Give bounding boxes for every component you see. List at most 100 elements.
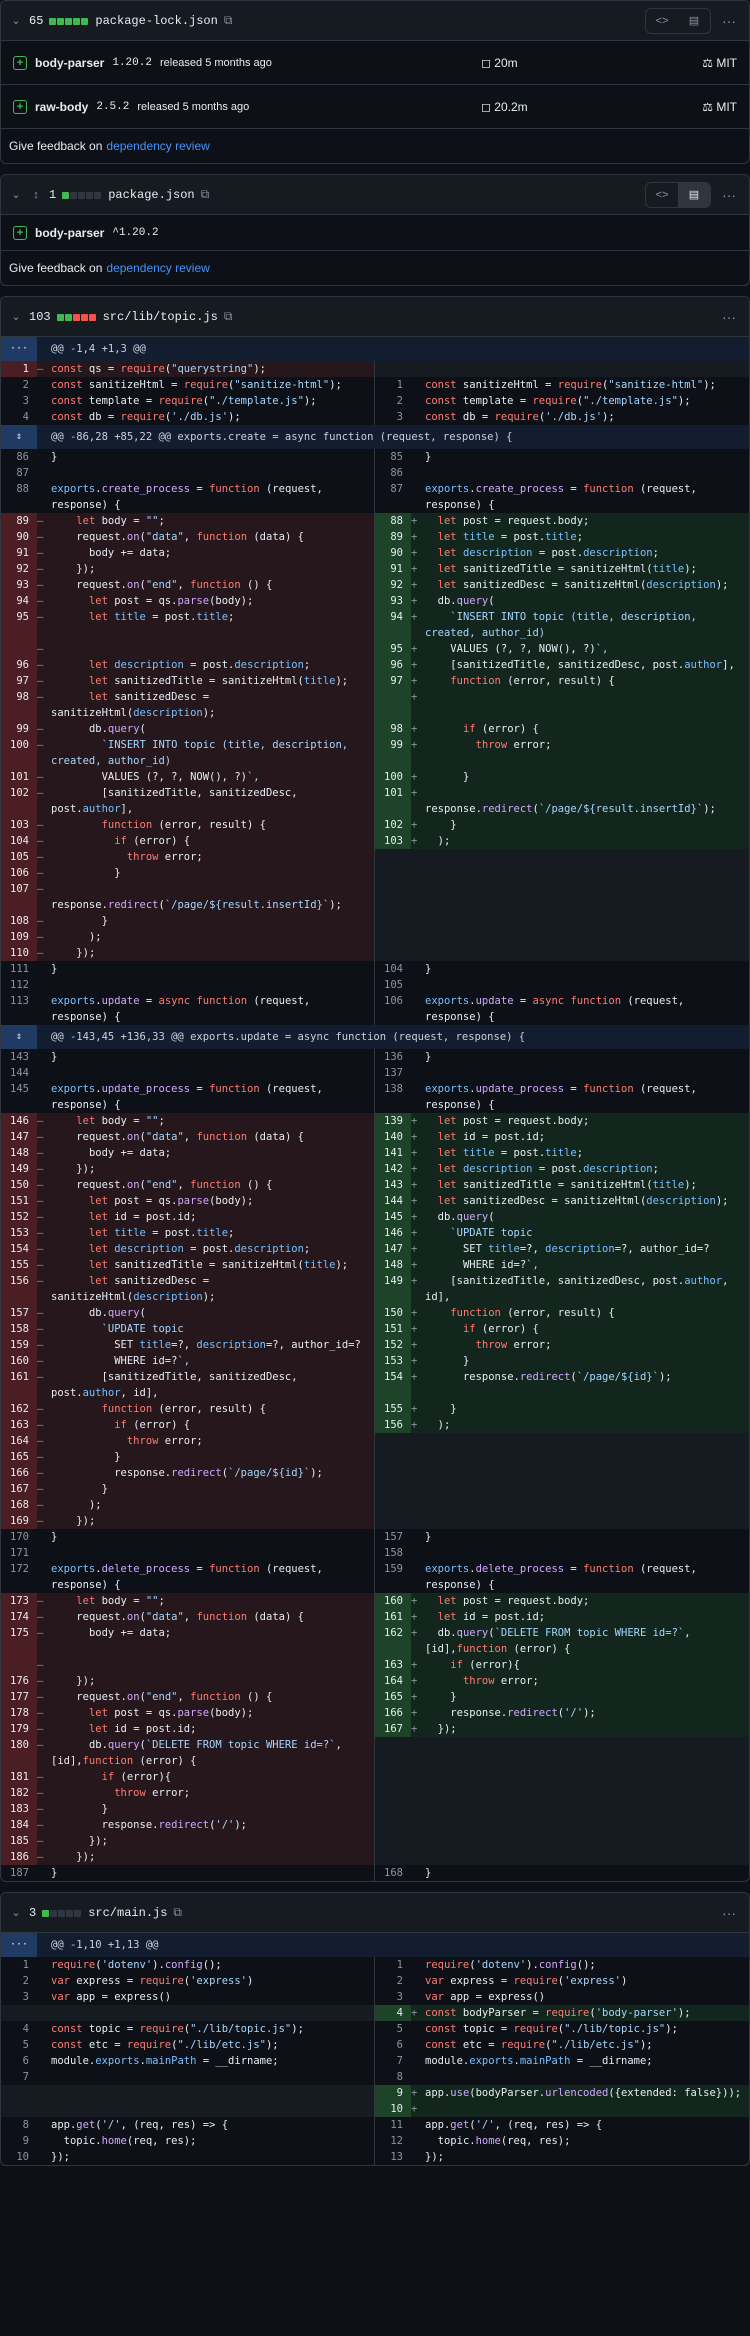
line-number[interactable]: 180 bbox=[1, 1737, 37, 1769]
line-number[interactable]: 179 bbox=[1, 1721, 37, 1737]
line-number[interactable]: 151 bbox=[375, 1321, 411, 1337]
line-number[interactable]: 172 bbox=[1, 1561, 37, 1593]
line-number[interactable]: 87 bbox=[375, 481, 411, 513]
line-number[interactable]: 148 bbox=[1, 1145, 37, 1161]
line-number[interactable]: 185 bbox=[1, 1833, 37, 1849]
more-options-icon[interactable]: ··· bbox=[717, 13, 741, 29]
line-number[interactable]: 157 bbox=[1, 1305, 37, 1321]
collapse-chevron-icon[interactable]: ⌄ bbox=[9, 188, 23, 201]
copy-icon[interactable]: ⧉ bbox=[201, 187, 210, 202]
line-number[interactable]: 102 bbox=[375, 817, 411, 833]
line-number[interactable]: 165 bbox=[375, 1689, 411, 1705]
line-number[interactable]: 105 bbox=[1, 849, 37, 865]
line-number[interactable]: 91 bbox=[1, 545, 37, 561]
line-number[interactable]: 10 bbox=[1, 2149, 37, 2165]
line-number[interactable]: 98 bbox=[1, 689, 37, 721]
line-number[interactable]: 147 bbox=[375, 1241, 411, 1257]
line-number[interactable]: 13 bbox=[375, 2149, 411, 2165]
line-number[interactable]: 97 bbox=[1, 673, 37, 689]
line-number[interactable]: 163 bbox=[375, 1657, 411, 1673]
expand-all-icon[interactable]: ↕ bbox=[29, 189, 43, 201]
dependency-review-link[interactable]: dependency review bbox=[106, 139, 209, 153]
line-number[interactable]: 9 bbox=[1, 2133, 37, 2149]
line-number[interactable]: 157 bbox=[375, 1529, 411, 1545]
line-number[interactable]: 2 bbox=[1, 377, 37, 393]
line-number[interactable]: 159 bbox=[375, 1561, 411, 1593]
line-number[interactable]: 98 bbox=[375, 721, 411, 737]
line-number[interactable]: 5 bbox=[375, 2021, 411, 2037]
line-number[interactable]: 89 bbox=[1, 513, 37, 529]
line-number[interactable]: 176 bbox=[1, 1673, 37, 1689]
line-number[interactable]: 182 bbox=[1, 1785, 37, 1801]
line-number[interactable]: 168 bbox=[1, 1497, 37, 1513]
line-number[interactable]: 90 bbox=[1, 529, 37, 545]
line-number[interactable]: 86 bbox=[1, 449, 37, 465]
line-number[interactable]: 142 bbox=[375, 1161, 411, 1177]
line-number[interactable]: 150 bbox=[375, 1305, 411, 1321]
line-number[interactable]: 101 bbox=[1, 769, 37, 785]
line-number[interactable]: 9 bbox=[375, 2085, 411, 2101]
line-number[interactable]: 140 bbox=[375, 1129, 411, 1145]
line-number[interactable]: 4 bbox=[1, 2021, 37, 2037]
line-number[interactable]: 161 bbox=[1, 1369, 37, 1401]
expand-lines-icon[interactable]: ··· bbox=[1, 1933, 37, 1957]
line-number[interactable]: 151 bbox=[1, 1193, 37, 1209]
collapse-chevron-icon[interactable]: ⌄ bbox=[9, 1906, 23, 1919]
line-number[interactable]: 160 bbox=[1, 1353, 37, 1369]
code-view-icon[interactable]: <> bbox=[646, 9, 678, 33]
line-number[interactable]: 155 bbox=[1, 1257, 37, 1273]
line-number[interactable]: 175 bbox=[1, 1625, 37, 1657]
line-number[interactable]: 169 bbox=[1, 1513, 37, 1529]
line-number[interactable]: 110 bbox=[1, 945, 37, 961]
expand-lines-icon[interactable]: ⇕ bbox=[1, 1025, 37, 1049]
line-number[interactable]: 3 bbox=[375, 409, 411, 425]
line-number[interactable]: 93 bbox=[375, 593, 411, 609]
line-number[interactable]: 4 bbox=[375, 2005, 411, 2021]
line-number[interactable]: 159 bbox=[1, 1337, 37, 1353]
line-number[interactable]: 96 bbox=[375, 657, 411, 673]
line-number[interactable]: 1 bbox=[1, 361, 37, 377]
line-number[interactable]: 108 bbox=[1, 913, 37, 929]
file-path[interactable]: package-lock.json bbox=[95, 14, 217, 28]
line-number[interactable]: 91 bbox=[375, 561, 411, 577]
file-path[interactable]: src/main.js bbox=[88, 1906, 167, 1920]
line-number[interactable]: 143 bbox=[375, 1177, 411, 1193]
line-number[interactable]: 165 bbox=[1, 1449, 37, 1465]
line-number[interactable]: 112 bbox=[1, 977, 37, 993]
line-number[interactable]: 144 bbox=[1, 1065, 37, 1081]
line-number[interactable]: 103 bbox=[1, 817, 37, 833]
line-number[interactable]: 149 bbox=[1, 1161, 37, 1177]
line-number[interactable]: 153 bbox=[375, 1353, 411, 1369]
line-number[interactable]: 160 bbox=[375, 1593, 411, 1609]
line-number[interactable]: 1 bbox=[375, 377, 411, 393]
line-number[interactable]: 95 bbox=[375, 641, 411, 657]
line-number[interactable]: 92 bbox=[1, 561, 37, 577]
line-number[interactable]: 162 bbox=[1, 1401, 37, 1417]
code-view-icon[interactable]: <> bbox=[646, 183, 678, 207]
line-number[interactable]: 171 bbox=[1, 1545, 37, 1561]
line-number[interactable]: 154 bbox=[375, 1369, 411, 1401]
collapse-chevron-icon[interactable]: ⌄ bbox=[9, 310, 23, 323]
line-number[interactable]: 155 bbox=[375, 1401, 411, 1417]
line-number[interactable]: 88 bbox=[375, 513, 411, 529]
line-number[interactable]: 113 bbox=[1, 993, 37, 1025]
collapse-chevron-icon[interactable]: ⌄ bbox=[9, 14, 23, 27]
line-number[interactable]: 102 bbox=[1, 785, 37, 817]
line-number[interactable]: 89 bbox=[375, 529, 411, 545]
line-number[interactable]: 156 bbox=[1, 1273, 37, 1305]
line-number[interactable]: 2 bbox=[375, 1973, 411, 1989]
line-number[interactable]: 177 bbox=[1, 1689, 37, 1705]
line-number[interactable]: 10 bbox=[375, 2101, 411, 2117]
line-number[interactable]: 7 bbox=[375, 2053, 411, 2069]
line-number[interactable]: 156 bbox=[375, 1417, 411, 1433]
line-number[interactable]: 137 bbox=[375, 1065, 411, 1081]
line-number[interactable]: 148 bbox=[375, 1257, 411, 1273]
line-number[interactable]: 5 bbox=[1, 2037, 37, 2053]
line-number[interactable]: 187 bbox=[1, 1865, 37, 1881]
line-number[interactable]: 167 bbox=[375, 1721, 411, 1737]
line-number[interactable]: 144 bbox=[375, 1193, 411, 1209]
line-number[interactable]: 174 bbox=[1, 1609, 37, 1625]
line-number[interactable]: 97 bbox=[375, 673, 411, 689]
line-number[interactable]: 136 bbox=[375, 1049, 411, 1065]
line-number[interactable]: 168 bbox=[375, 1865, 411, 1881]
